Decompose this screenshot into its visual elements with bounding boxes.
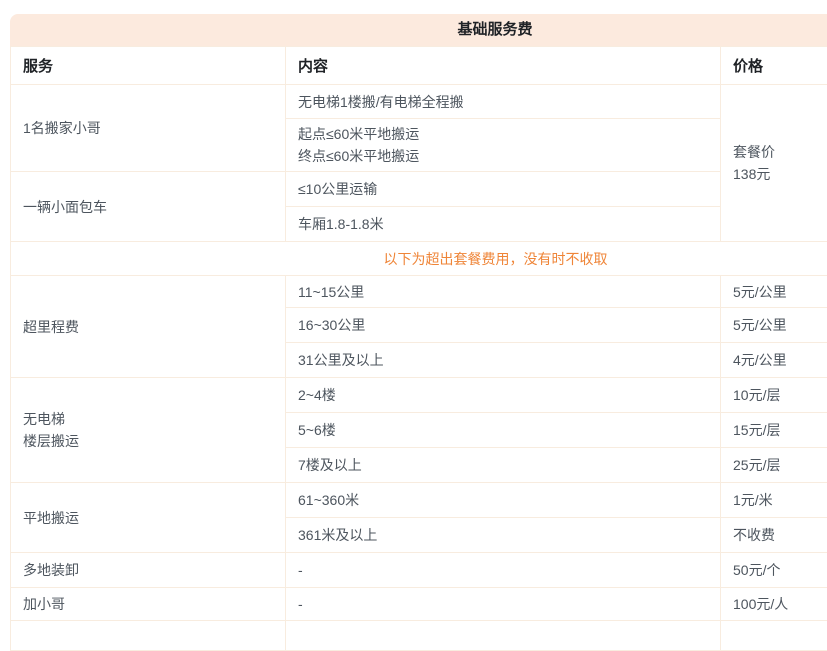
price-cell: 1元/米: [721, 483, 827, 518]
price-cell: 50元/个: [721, 553, 827, 588]
pricing-table: 服务 内容 价格 1名搬家小哥 无电梯1楼搬/有电梯全程搬 套餐价 138元 起…: [10, 46, 827, 651]
content-cell: 16~30公里: [286, 308, 721, 343]
table-row: 多地装卸 - 50元/个: [11, 553, 827, 588]
content-cell: 31公里及以上: [286, 343, 721, 378]
service-cell-add-mover: 加小哥: [11, 588, 286, 621]
price-cell: 不收费: [721, 518, 827, 553]
price-cell: 10元/层: [721, 378, 827, 413]
content-cell: 无电梯1楼搬/有电梯全程搬: [286, 85, 721, 119]
price-cell: 5元/公里: [721, 276, 827, 308]
price-cell: 25元/层: [721, 448, 827, 483]
table-row: 加小哥 - 100元/人: [11, 588, 827, 621]
table-row: 超里程费 11~15公里 5元/公里: [11, 276, 827, 308]
card-title: 基础服务费: [10, 14, 827, 46]
content-cell: 起点≤60米平地搬运 终点≤60米平地搬运: [286, 119, 721, 172]
content-cell: 61~360米: [286, 483, 721, 518]
table-row: 无电梯 楼层搬运 2~4楼 10元/层: [11, 378, 827, 413]
note-text: 以下为超出套餐费用，没有时不收取: [11, 242, 827, 276]
pricing-card: 基础服务费 服务 内容 价格 1名搬家小哥 无电梯1楼搬/有电梯全程搬 套餐价 …: [10, 14, 827, 651]
content-cell: 11~15公里: [286, 276, 721, 308]
price-cell: 5元/公里: [721, 308, 827, 343]
column-header-service: 服务: [11, 47, 286, 85]
content-cell: 7楼及以上: [286, 448, 721, 483]
table-row: 平地搬运 61~360米 1元/米: [11, 483, 827, 518]
content-cell: -: [286, 553, 721, 588]
table-row: 一辆小面包车 ≤10公里运输: [11, 172, 827, 207]
content-cell: 2~4楼: [286, 378, 721, 413]
table-row: 1名搬家小哥 无电梯1楼搬/有电梯全程搬 套餐价 138元: [11, 85, 827, 119]
content-cell: ≤10公里运输: [286, 172, 721, 207]
service-cell-van: 一辆小面包车: [11, 172, 286, 242]
content-cell-empty: [286, 621, 721, 651]
column-header-content: 内容: [286, 47, 721, 85]
column-header-price: 价格: [721, 47, 827, 85]
table-row-partial: [11, 621, 827, 651]
service-cell-empty: [11, 621, 286, 651]
service-cell-mover: 1名搬家小哥: [11, 85, 286, 172]
content-cell: 5~6楼: [286, 413, 721, 448]
price-cell-package: 套餐价 138元: [721, 85, 827, 242]
service-cell-multi-stop: 多地装卸: [11, 553, 286, 588]
price-cell: 4元/公里: [721, 343, 827, 378]
price-cell-empty: [721, 621, 827, 651]
service-cell-stairs: 无电梯 楼层搬运: [11, 378, 286, 483]
price-cell: 15元/层: [721, 413, 827, 448]
table-header-row: 服务 内容 价格: [11, 47, 827, 85]
note-row: 以下为超出套餐费用，没有时不收取: [11, 242, 827, 276]
price-cell: 100元/人: [721, 588, 827, 621]
content-cell: 361米及以上: [286, 518, 721, 553]
content-cell: -: [286, 588, 721, 621]
service-cell-flat-carry: 平地搬运: [11, 483, 286, 553]
service-cell-extra-mileage: 超里程费: [11, 276, 286, 378]
content-cell: 车厢1.8-1.8米: [286, 207, 721, 242]
